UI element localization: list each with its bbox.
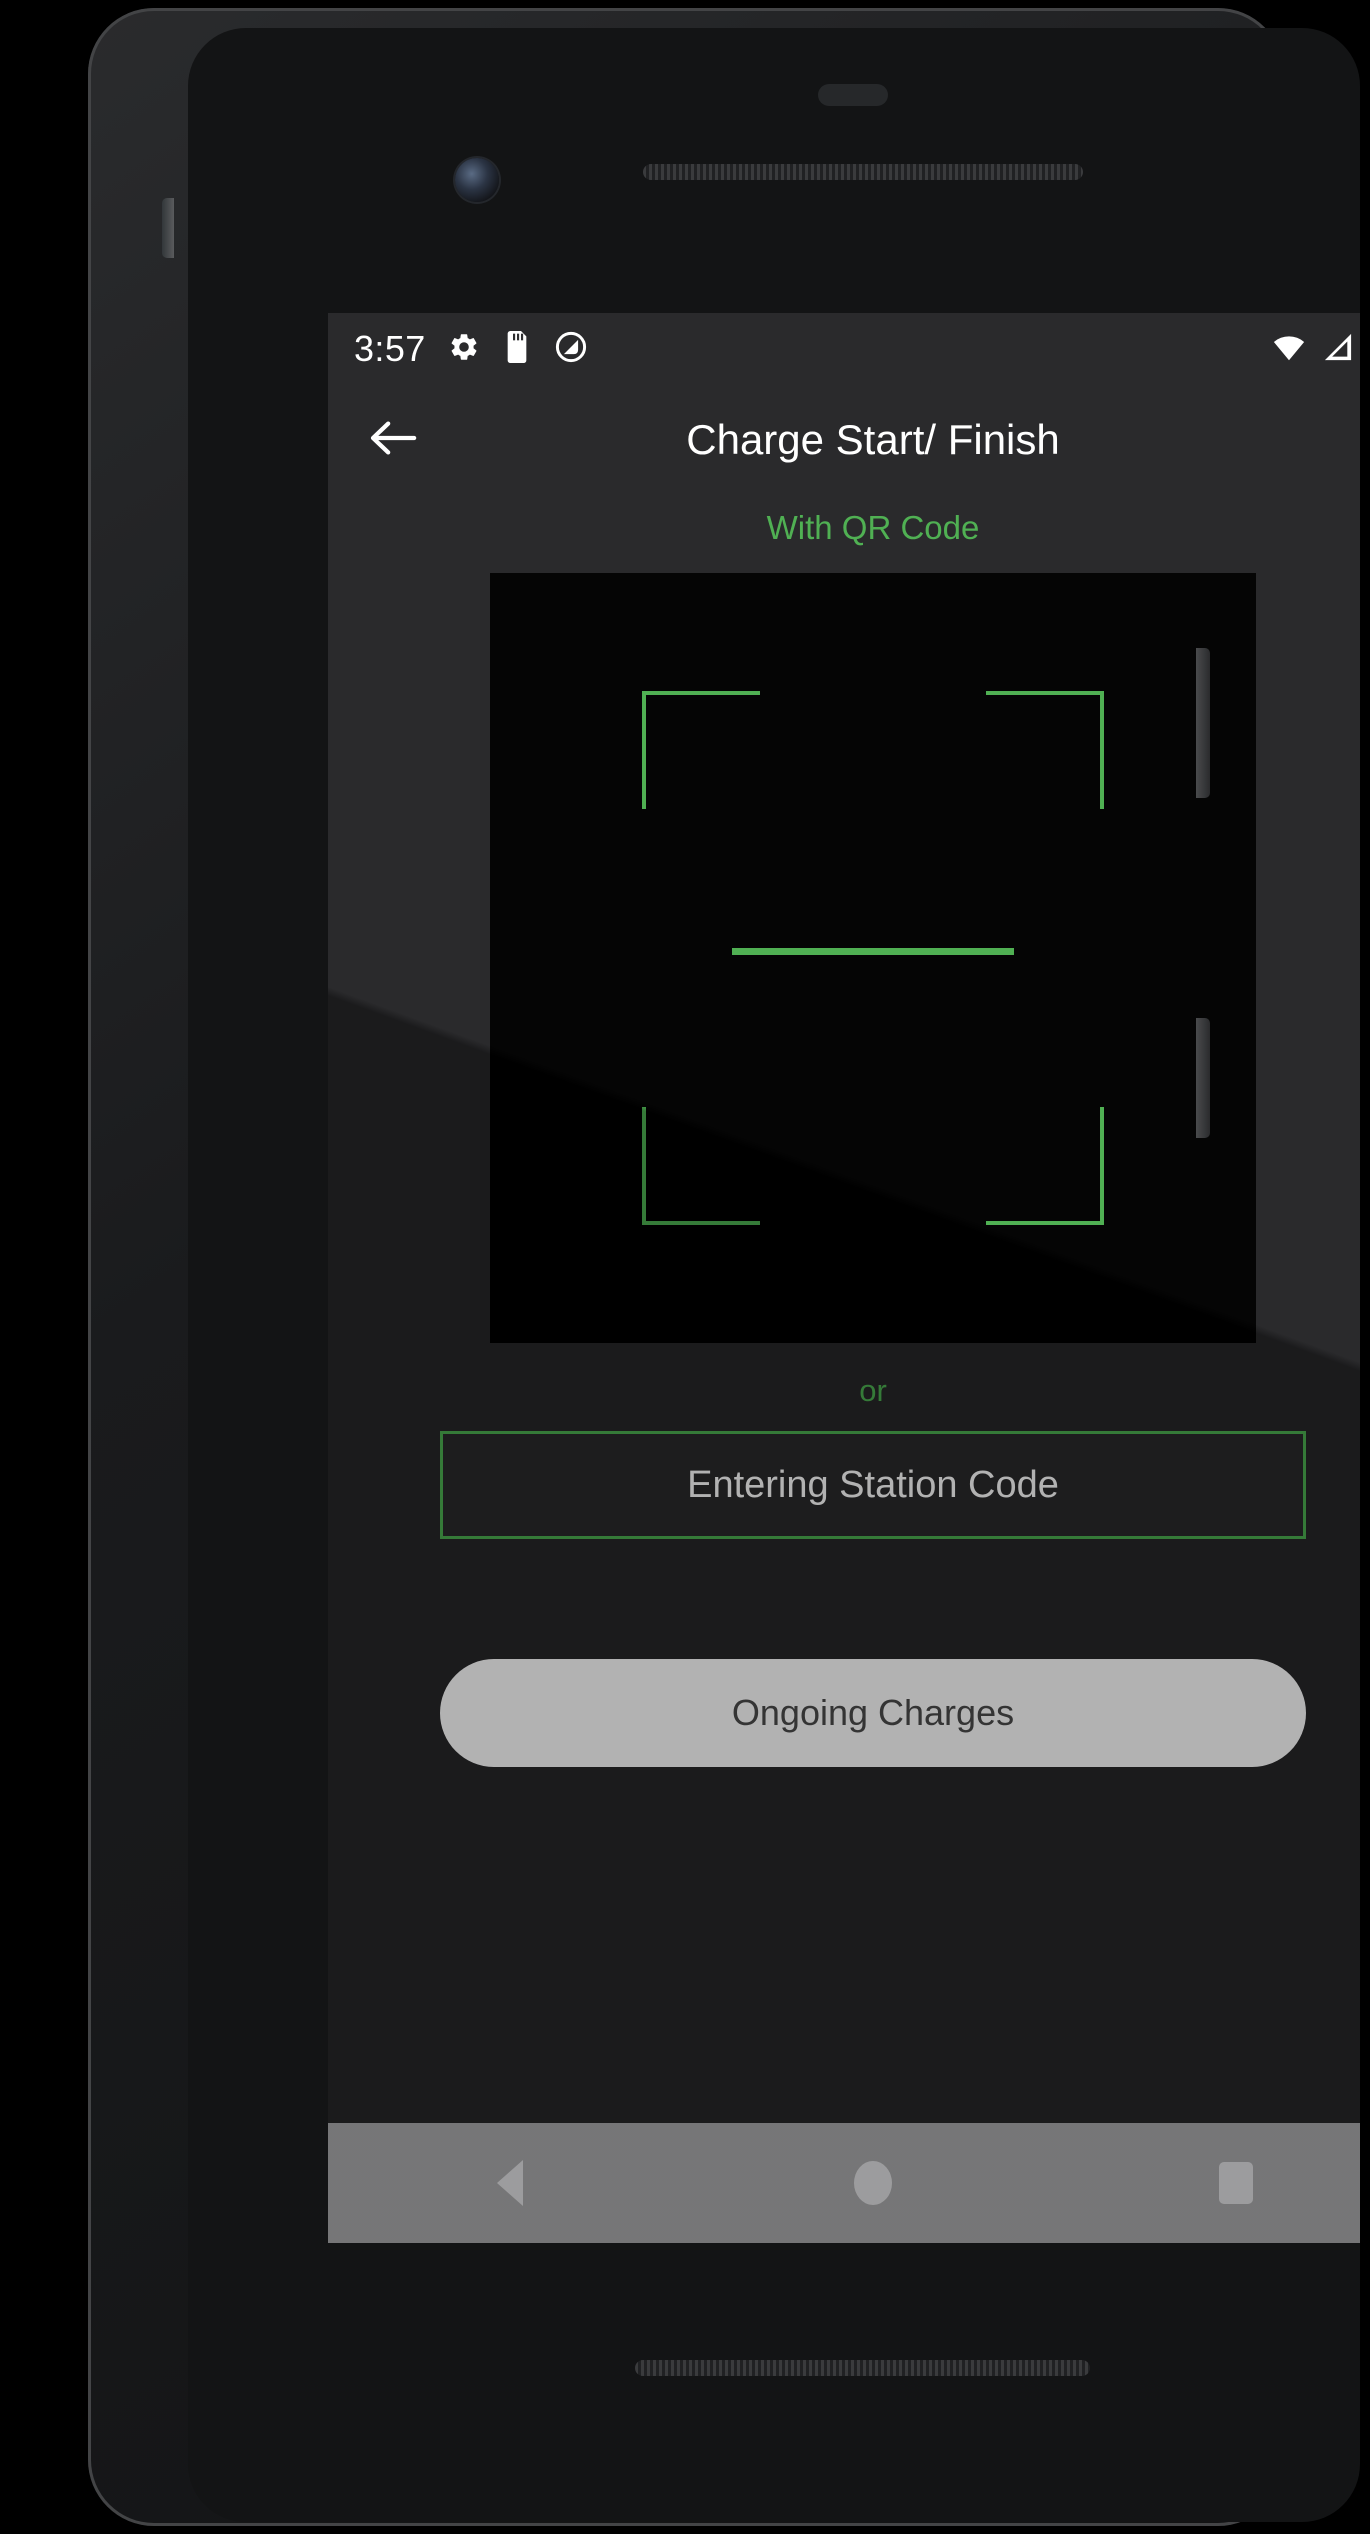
ongoing-charges-button[interactable]: Ongoing Charges — [440, 1659, 1306, 1767]
bottom-speaker-grille-icon — [635, 2360, 1090, 2376]
viewfinder-corner-bottom-right-icon — [986, 1107, 1104, 1225]
square-recents-icon — [1219, 2162, 1254, 2204]
qr-subtitle-label: With QR Code — [766, 509, 980, 546]
nav-recents-button[interactable] — [1176, 2123, 1296, 2243]
viewfinder-corner-bottom-left-icon — [642, 1107, 760, 1225]
volume-button[interactable] — [1196, 1018, 1210, 1138]
scan-line-icon — [732, 948, 1014, 955]
phone-screen: 3:57 Charge Start/ Finish With QR Code o… — [328, 313, 1360, 2243]
front-camera-icon — [455, 158, 499, 202]
triangle-back-icon — [496, 2160, 523, 2206]
arrow-left-icon — [368, 418, 418, 463]
do-not-disturb-icon — [554, 330, 588, 369]
power-button[interactable] — [1196, 648, 1210, 798]
android-navigation-bar — [328, 2123, 1360, 2243]
app-bar: Charge Start/ Finish — [328, 385, 1360, 495]
entering-station-code-button[interactable]: Entering Station Code — [440, 1431, 1306, 1539]
nav-home-button[interactable] — [813, 2123, 933, 2243]
status-bar-left-group: 3:57 — [354, 328, 588, 370]
top-sensor-bar — [818, 84, 888, 106]
ongoing-charges-label: Ongoing Charges — [731, 1692, 1015, 1733]
cell-signal-icon — [1322, 332, 1354, 367]
entering-station-code-label: Entering Station Code — [687, 1463, 1059, 1506]
earpiece-speaker-grille-icon — [643, 164, 1083, 180]
phone-bezel: 3:57 Charge Start/ Finish With QR Code o… — [188, 28, 1360, 2522]
back-button[interactable] — [362, 409, 424, 471]
status-bar: 3:57 — [328, 313, 1360, 385]
or-separator-label: or — [859, 1373, 887, 1408]
gear-icon — [448, 331, 480, 368]
phone-device-frame: 3:57 Charge Start/ Finish With QR Code o… — [88, 8, 1360, 2526]
nav-back-button[interactable] — [450, 2123, 570, 2243]
viewfinder-corner-top-right-icon — [986, 691, 1104, 809]
left-side-button[interactable] — [162, 198, 174, 258]
page-title: Charge Start/ Finish — [686, 416, 1060, 463]
circle-home-icon — [853, 2161, 892, 2205]
status-bar-right-group — [1272, 330, 1360, 369]
wifi-icon — [1272, 333, 1306, 366]
viewfinder-corner-top-left-icon — [642, 691, 760, 809]
sd-card-icon — [502, 330, 532, 368]
status-bar-clock: 3:57 — [354, 328, 426, 369]
qr-scanner-viewfinder[interactable] — [490, 573, 1256, 1343]
